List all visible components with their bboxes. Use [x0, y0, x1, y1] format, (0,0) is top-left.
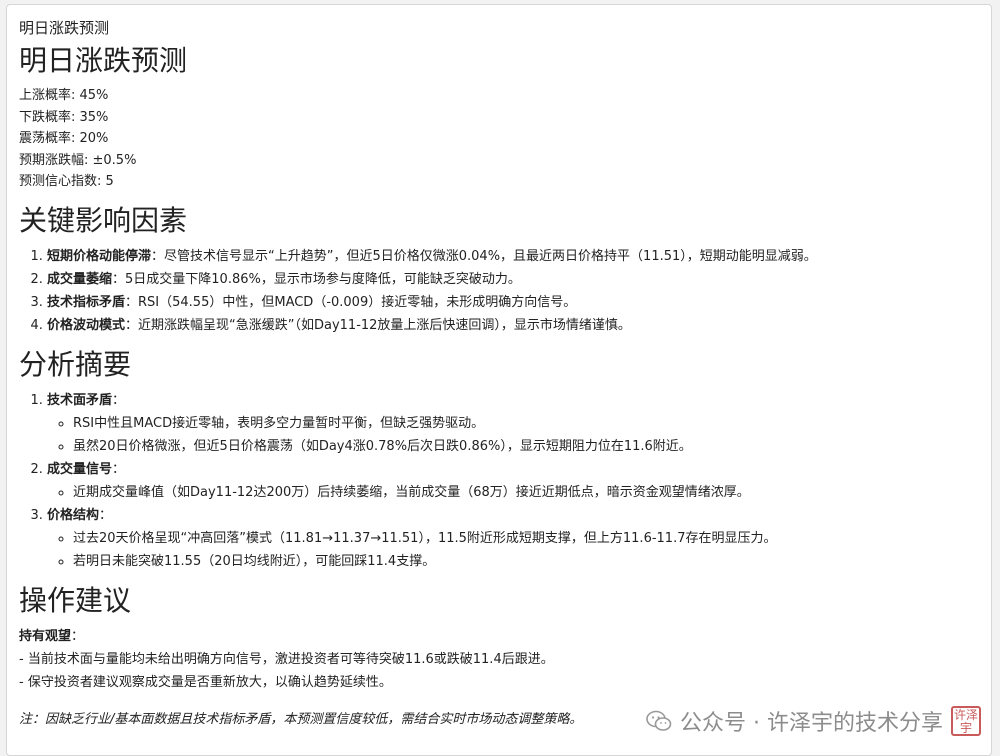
advice-stance: 持有观望：: [19, 625, 979, 648]
wechat-icon: [646, 710, 672, 732]
sub-list: 近期成交量峰值（如Day11-12达200万）后持续萎缩，当前成交量（68万）接…: [47, 481, 979, 504]
list-item: 成交量信号： 近期成交量峰值（如Day11-12达200万）后持续萎缩，当前成交…: [47, 458, 979, 504]
sub-list: RSI中性且MACD接近零轴，表明多空力量暂时平衡，但缺乏强势驱动。 虽然20日…: [47, 412, 979, 458]
colon: ：: [112, 392, 126, 408]
advice-line: - 当前技术面与量能均未给出明确方向信号，激进投资者可等待突破11.6或跌破11…: [19, 651, 554, 667]
down-probability: 下跌概率: 35%: [19, 109, 109, 125]
colon: ：: [99, 507, 113, 523]
summary-label: 技术面矛盾: [47, 392, 113, 408]
watermark-text: 公众号 · 许泽宇的技术分享: [680, 711, 943, 736]
advice-line: - 保守投资者建议观察成交量是否重新放大，以确认趋势延续性。: [19, 674, 392, 690]
factors-list: 短期价格动能停滞：尽管技术信号显示“上升趋势”，但近5日价格仅微涨0.04%，且…: [19, 245, 979, 337]
factor-text: ：近期涨跌幅呈现“急涨缓跌”（如Day11-12放量上涨后快速回调），显示市场情…: [125, 317, 631, 333]
factor-label: 价格波动模式: [47, 317, 126, 333]
forecast-heading: 明日涨跌预测: [19, 44, 188, 77]
factor-text: ：尽管技术信号显示“上升趋势”，但近5日价格仅微涨0.04%，且最近两日价格持平…: [151, 248, 817, 264]
expected-change: 预期涨跌幅: ±0.5%: [19, 152, 137, 168]
list-item: 短期价格动能停滞：尽管技术信号显示“上升趋势”，但近5日价格仅微涨0.04%，且…: [47, 245, 979, 268]
list-item: 价格波动模式：近期涨跌幅呈现“急涨缓跌”（如Day11-12放量上涨后快速回调）…: [47, 314, 979, 337]
summary-heading: 分析摘要: [19, 347, 132, 381]
factor-text: ：5日成交量下降10.86%，显示市场参与度降低，可能缺乏突破动力。: [112, 271, 521, 287]
factor-label: 技术指标矛盾: [47, 294, 126, 310]
sub-list-item: 过去20天价格呈现“冲高回落”模式（11.81→11.37→11.51），11.…: [73, 527, 979, 550]
factors-heading: 关键影响因素: [19, 203, 188, 237]
up-probability: 上涨概率: 45%: [19, 88, 109, 103]
stance-label: 持有观望: [19, 628, 72, 644]
colon: ：: [112, 461, 126, 477]
summary-list: 技术面矛盾： RSI中性且MACD接近零轴，表明多空力量暂时平衡，但缺乏强势驱动…: [19, 389, 979, 573]
advice-heading: 操作建议: [19, 583, 132, 617]
sub-list-item: RSI中性且MACD接近零轴，表明多空力量暂时平衡，但缺乏强势驱动。: [73, 412, 979, 435]
confidence-index: 预测信心指数: 5: [19, 174, 114, 189]
seal-logo: 许泽宇: [951, 706, 981, 736]
summary-label: 成交量信号: [47, 461, 113, 477]
content-card: 明日涨跌预测 明日涨跌预测 上涨概率: 45% 下跌概率: 35% 震荡概率: …: [6, 4, 992, 756]
factor-text: ：RSI（54.55）中性，但MACD（-0.009）接近零轴，未形成明确方向信…: [125, 294, 577, 310]
sub-list-item: 虽然20日价格微涨，但近5日价格震荡（如Day4涨0.78%后次日跌0.86%）…: [73, 435, 979, 458]
list-item: 技术指标矛盾：RSI（54.55）中性，但MACD（-0.009）接近零轴，未形…: [47, 291, 979, 314]
forecast-stats: 上涨概率: 45% 下跌概率: 35% 震荡概率: 20% 预期涨跌幅: ±0.…: [19, 85, 979, 193]
sideways-probability: 震荡概率: 20%: [19, 131, 109, 146]
list-item: 技术面矛盾： RSI中性且MACD接近零轴，表明多空力量暂时平衡，但缺乏强势驱动…: [47, 389, 979, 458]
sub-list: 过去20天价格呈现“冲高回落”模式（11.81→11.37→11.51），11.…: [47, 527, 979, 573]
list-item: 价格结构： 过去20天价格呈现“冲高回落”模式（11.81→11.37→11.5…: [47, 504, 979, 573]
sub-list-item: 若明日未能突破11.55（20日均线附近），可能回踩11.4支撑。: [73, 550, 979, 573]
page-title: 明日涨跌预测: [19, 19, 110, 37]
summary-label: 价格结构: [47, 507, 100, 523]
watermark: 公众号 · 许泽宇的技术分享 许泽宇: [646, 705, 981, 737]
colon: ：: [71, 628, 85, 644]
factor-label: 成交量萎缩: [47, 271, 113, 287]
sub-list-item: 近期成交量峰值（如Day11-12达200万）后持续萎缩，当前成交量（68万）接…: [73, 481, 979, 504]
list-item: 成交量萎缩：5日成交量下降10.86%，显示市场参与度降低，可能缺乏突破动力。: [47, 268, 979, 291]
factor-label: 短期价格动能停滞: [47, 248, 152, 264]
